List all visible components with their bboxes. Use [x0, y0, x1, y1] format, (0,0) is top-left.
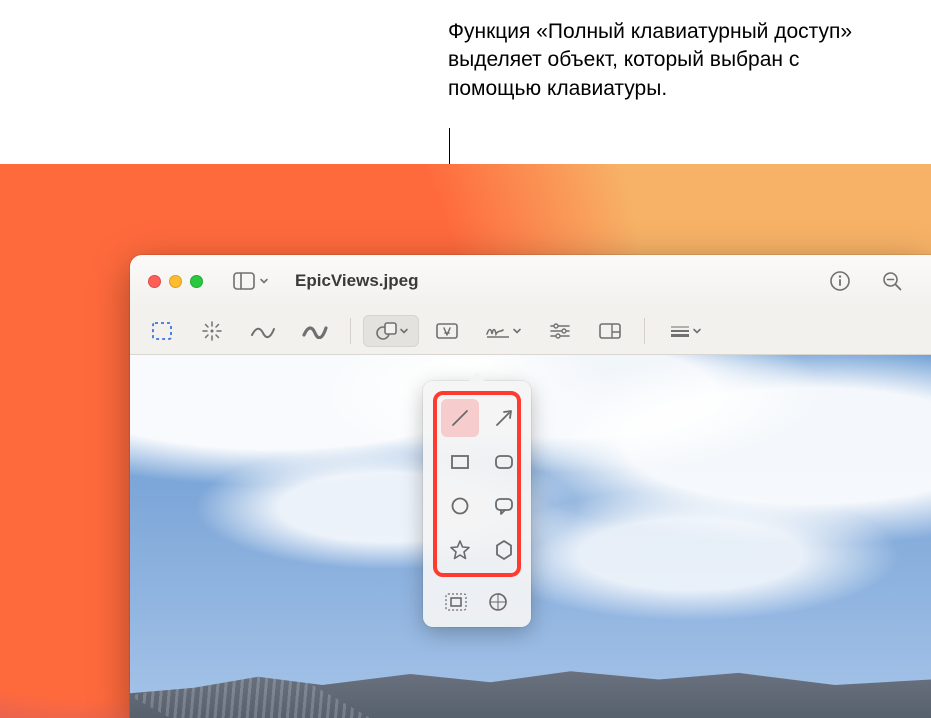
document-title: EpicViews.jpeg [295, 271, 418, 291]
toolbar-separator [644, 318, 645, 344]
chevron-down-icon [399, 326, 409, 336]
shapes-icon [374, 321, 398, 341]
rectangle-icon [448, 450, 472, 474]
shapes-popover [423, 381, 531, 627]
draw-icon [302, 323, 328, 339]
preview-window: EpicViews.jpeg [130, 255, 931, 718]
rounded-rectangle-icon [492, 450, 516, 474]
highlight-mask-button[interactable] [437, 587, 475, 617]
info-icon [829, 270, 851, 292]
line-icon [448, 406, 472, 430]
chevron-down-icon [512, 326, 522, 336]
zoom-out-button[interactable] [877, 266, 907, 296]
sketch-icon [250, 323, 276, 339]
titlebar: EpicViews.jpeg [130, 255, 931, 307]
selection-rect-icon [151, 321, 173, 341]
sidebar-icon [233, 272, 255, 290]
toolbar-separator [350, 318, 351, 344]
oval-icon [448, 494, 472, 518]
signature-icon [485, 322, 511, 340]
popover-bottom-row [433, 585, 521, 617]
shape-line-button[interactable] [441, 399, 479, 437]
shape-roundrect-button[interactable] [485, 443, 523, 481]
zoom-window-button[interactable] [190, 275, 203, 288]
arrow-icon [492, 406, 516, 430]
speech-bubble-icon [492, 494, 516, 518]
sketch-tool-button[interactable] [240, 315, 286, 347]
sign-tool-button[interactable] [475, 315, 532, 347]
keyboard-focus-ring [433, 391, 521, 577]
chevron-down-icon [692, 326, 702, 336]
text-box-icon [435, 321, 459, 341]
resize-icon [598, 322, 622, 340]
shape-oval-button[interactable] [441, 487, 479, 525]
traffic-lights [148, 275, 203, 288]
text-tool-button[interactable] [425, 315, 469, 347]
shapes-tool-button[interactable] [363, 315, 419, 347]
markup-toolbar [130, 307, 931, 355]
shape-hexagon-button[interactable] [485, 531, 523, 569]
shape-rect-button[interactable] [441, 443, 479, 481]
minimize-window-button[interactable] [169, 275, 182, 288]
close-window-button[interactable] [148, 275, 161, 288]
mask-icon [444, 592, 468, 612]
shape-speech-button[interactable] [485, 487, 523, 525]
hexagon-icon [492, 538, 516, 562]
sliders-icon [548, 322, 572, 340]
loupe-icon [487, 591, 509, 613]
line-style-button[interactable] [657, 315, 713, 347]
shape-star-button[interactable] [441, 531, 479, 569]
adjust-color-button[interactable] [538, 315, 582, 347]
callout-text: Функция «Полный клавиатурный доступ» выд… [448, 18, 898, 103]
magic-wand-icon [201, 320, 223, 342]
loupe-button[interactable] [479, 587, 517, 617]
shape-arrow-button[interactable] [485, 399, 523, 437]
line-weight-icon [669, 324, 691, 338]
selection-tool-button[interactable] [140, 315, 184, 347]
star-icon [448, 538, 472, 562]
chevron-down-icon [259, 276, 269, 286]
info-button[interactable] [825, 266, 855, 296]
adjust-size-button[interactable] [588, 315, 632, 347]
draw-tool-button[interactable] [292, 315, 338, 347]
instant-alpha-button[interactable] [190, 315, 234, 347]
zoom-out-icon [881, 270, 903, 292]
sidebar-toggle-button[interactable] [227, 268, 275, 294]
